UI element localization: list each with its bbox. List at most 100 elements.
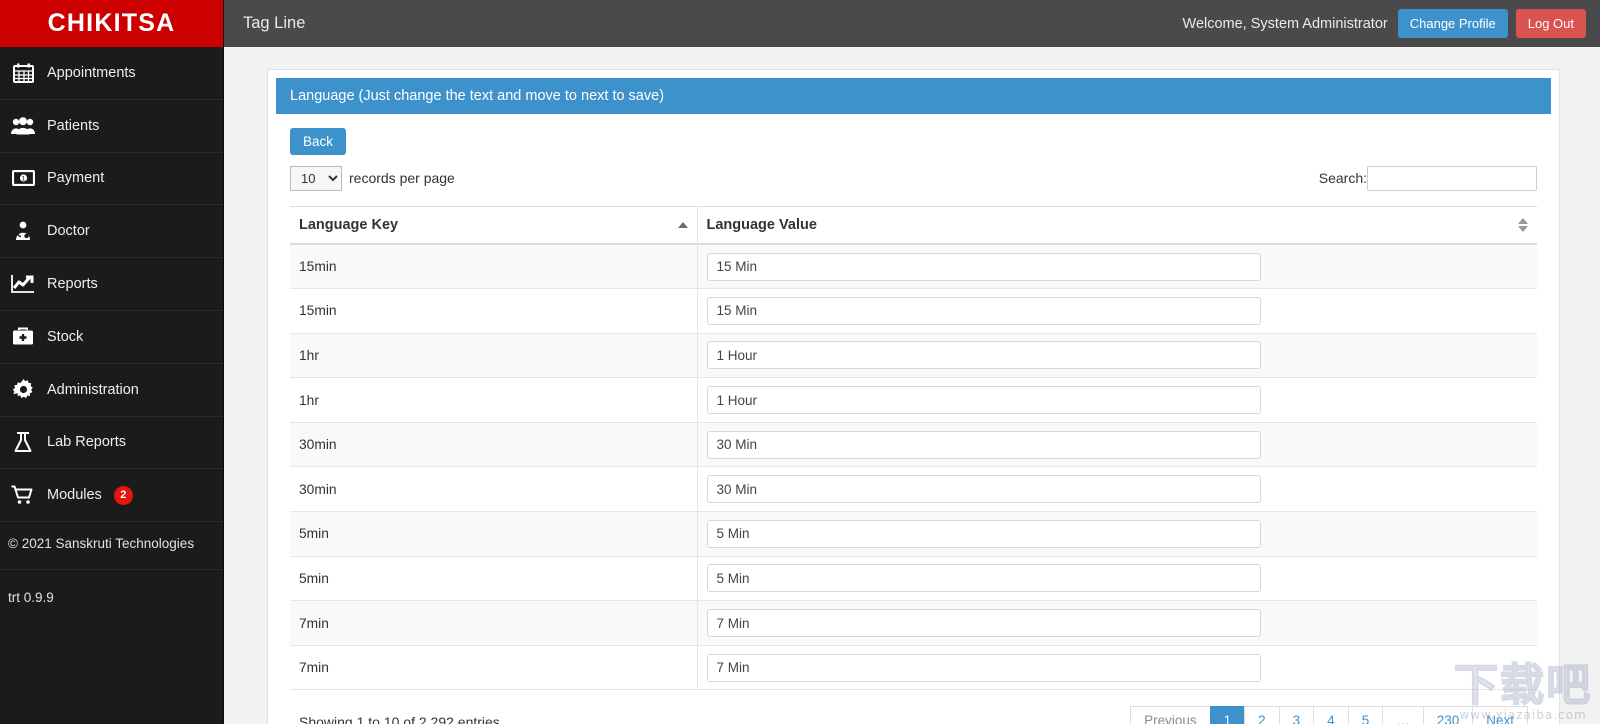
table-row: 15min bbox=[290, 244, 1537, 290]
back-button[interactable]: Back bbox=[290, 128, 347, 155]
column-header-language-key[interactable]: Language Key bbox=[290, 206, 698, 245]
pagination-button-4[interactable]: 4 bbox=[1313, 706, 1348, 724]
records-per-page-control: 10 25 50 100 records per page bbox=[290, 165, 455, 191]
table-controls-row: 10 25 50 100 records per page Search: bbox=[290, 163, 1537, 193]
pagination-button-3[interactable]: 3 bbox=[1278, 706, 1314, 724]
language-value-input[interactable] bbox=[706, 430, 1261, 459]
search-label: Search: bbox=[1318, 170, 1367, 186]
panel-heading: Language (Just change the text and move … bbox=[276, 78, 1551, 114]
cell-language-value bbox=[697, 466, 1537, 513]
panel-body: Back 10 25 50 100 records per page Searc… bbox=[276, 114, 1551, 724]
column-header-label: Language Key bbox=[299, 217, 399, 233]
cell-language-value bbox=[697, 244, 1537, 290]
sidebar-item-label: Administration bbox=[47, 381, 139, 398]
cell-language-key: 5min bbox=[290, 511, 698, 557]
medkit-icon bbox=[8, 325, 38, 349]
sort-asc-icon[interactable] bbox=[677, 222, 688, 228]
sidebar-item-label: Reports bbox=[47, 276, 98, 293]
welcome-text: Welcome, System Administrator bbox=[1182, 15, 1388, 32]
table-row: 30min bbox=[290, 422, 1537, 468]
cell-language-value bbox=[697, 600, 1537, 646]
column-header-language-value[interactable]: Language Value bbox=[697, 206, 1537, 245]
cell-language-value bbox=[697, 556, 1537, 602]
cell-language-key: 1hr bbox=[290, 377, 698, 423]
sidebar-item-label: Patients bbox=[47, 117, 100, 134]
language-value-input[interactable] bbox=[706, 386, 1261, 415]
sidebar-item-payment[interactable]: 1 Payment bbox=[0, 153, 223, 206]
table-head: Language Key Language Value bbox=[290, 206, 1537, 245]
sidebar-item-label: Payment bbox=[47, 170, 105, 187]
language-value-input[interactable] bbox=[706, 653, 1261, 682]
brand-logo[interactable]: CHIKITSA bbox=[0, 0, 223, 47]
cell-language-key: 30min bbox=[290, 466, 698, 513]
language-value-input[interactable] bbox=[706, 564, 1261, 593]
language-value-input[interactable] bbox=[706, 609, 1261, 638]
sidebar-item-label: Stock bbox=[47, 328, 84, 345]
table-info-text: Showing 1 to 10 of 2,292 entries bbox=[299, 713, 500, 724]
language-value-input[interactable] bbox=[706, 475, 1261, 504]
search-control: Search: bbox=[1318, 165, 1537, 191]
sidebar-item-lab-reports[interactable]: Lab Reports bbox=[0, 417, 223, 470]
cell-language-key: 7min bbox=[290, 645, 698, 691]
chart-line-icon bbox=[8, 272, 38, 296]
sort-both-icon[interactable] bbox=[1518, 218, 1528, 232]
language-value-input[interactable] bbox=[706, 296, 1261, 325]
sidebar-item-label: Lab Reports bbox=[47, 434, 126, 451]
svg-text:1: 1 bbox=[21, 176, 25, 183]
calendar-icon bbox=[8, 61, 38, 85]
table-header-row: Language Key Language Value bbox=[290, 206, 1537, 245]
language-value-input[interactable] bbox=[706, 519, 1261, 548]
sidebar-item-reports[interactable]: Reports bbox=[0, 258, 223, 311]
cell-language-value bbox=[697, 333, 1537, 379]
pagination-button-5[interactable]: 5 bbox=[1347, 706, 1383, 724]
cell-language-value bbox=[697, 511, 1537, 557]
sidebar-item-administration[interactable]: Administration bbox=[0, 364, 223, 417]
cell-language-key: 30min bbox=[290, 422, 698, 468]
pagination-button-230[interactable]: 230 bbox=[1422, 706, 1473, 724]
sidebar-item-stock[interactable]: Stock bbox=[0, 311, 223, 364]
header-actions: Welcome, System Administrator Change Pro… bbox=[1183, 9, 1600, 38]
tagline-text: Tag Line bbox=[243, 14, 306, 32]
pagination: Previous 1 2 3 4 5… 230 Next bbox=[1130, 706, 1528, 724]
pagination-button-next[interactable]: Next bbox=[1472, 706, 1528, 724]
sidebar-item-label: Modules bbox=[47, 487, 102, 504]
search-input[interactable] bbox=[1367, 165, 1537, 191]
doctor-icon bbox=[8, 219, 38, 243]
records-per-page-label: records per page bbox=[349, 170, 455, 186]
table-row: 7min bbox=[290, 645, 1537, 691]
table-footer: Showing 1 to 10 of 2,292 entries Previou… bbox=[290, 690, 1537, 724]
sidebar-item-modules[interactable]: Modules 2 bbox=[0, 469, 223, 523]
pagination-button-: … bbox=[1382, 706, 1423, 724]
language-panel: Language (Just change the text and move … bbox=[267, 69, 1560, 724]
cell-language-key: 5min bbox=[290, 556, 698, 602]
sidebar-item-appointments[interactable]: Appointments bbox=[0, 47, 223, 100]
cell-language-key: 7min bbox=[290, 600, 698, 646]
table-body: 15min15min1hr1hr30min30min5min5min7min7m… bbox=[290, 244, 1537, 691]
sidebar-item-doctor[interactable]: Doctor bbox=[0, 205, 223, 259]
table-row: 5min bbox=[290, 556, 1537, 602]
table-row: 15min bbox=[290, 288, 1537, 334]
column-header-label: Language Value bbox=[706, 217, 817, 233]
cell-language-value bbox=[697, 422, 1537, 468]
change-profile-button[interactable]: Change Profile bbox=[1397, 9, 1508, 38]
cell-language-key: 15min bbox=[290, 288, 698, 334]
table-row: 1hr bbox=[290, 377, 1537, 423]
sidebar: CHIKITSA Appointments Patients 1 Payment… bbox=[0, 0, 224, 724]
records-per-page-select[interactable]: 10 25 50 100 bbox=[290, 165, 342, 191]
cart-icon bbox=[8, 483, 38, 507]
sidebar-item-patients[interactable]: Patients bbox=[0, 100, 223, 153]
pagination-button-1[interactable]: 1 bbox=[1209, 706, 1245, 724]
pagination-button-previous: Previous bbox=[1130, 706, 1210, 724]
pagination-button-2[interactable]: 2 bbox=[1244, 706, 1279, 724]
sidebar-copyright: © 2021 Sanskruti Technologies bbox=[0, 522, 223, 571]
main-content: Language (Just change the text and move … bbox=[224, 47, 1600, 724]
table-row: 30min bbox=[290, 466, 1537, 513]
flask-icon bbox=[8, 430, 38, 454]
language-value-input[interactable] bbox=[706, 252, 1261, 281]
cell-language-value bbox=[697, 377, 1537, 423]
users-icon bbox=[8, 114, 38, 138]
cell-language-key: 15min bbox=[290, 244, 698, 290]
logout-button[interactable]: Log Out bbox=[1515, 9, 1586, 38]
language-value-input[interactable] bbox=[706, 341, 1261, 370]
sidebar-item-label: Appointments bbox=[47, 64, 136, 81]
